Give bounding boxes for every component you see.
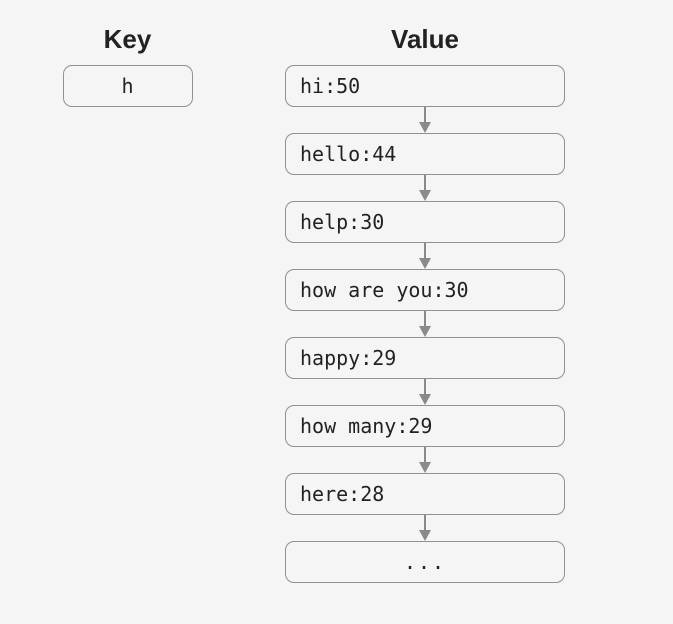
arrow-down-icon [417, 515, 433, 541]
key-header: Key [104, 24, 152, 55]
arrow-down-icon [417, 107, 433, 133]
value-node: happy:29 [285, 337, 565, 379]
value-column: Value hi:50 hello:44 help:30 how are you:30… [285, 24, 565, 583]
key-column: Key h [40, 24, 215, 583]
arrow-down-icon [417, 243, 433, 269]
value-node: how are you:30 [285, 269, 565, 311]
diagram-container: Key h Value hi:50 hello:44 help:30 how are … [0, 0, 673, 607]
arrow-down-icon [417, 379, 433, 405]
arrow-down-icon [417, 311, 433, 337]
ellipsis-node: ... [285, 541, 565, 583]
value-node: hi:50 [285, 65, 565, 107]
value-node: help:30 [285, 201, 565, 243]
arrow-down-icon [417, 447, 433, 473]
value-list: hi:50 hello:44 help:30 how are you:30 happy:… [285, 65, 565, 583]
value-header: Value [391, 24, 459, 55]
value-node: here:28 [285, 473, 565, 515]
key-node: h [63, 65, 193, 107]
arrow-down-icon [417, 175, 433, 201]
value-node: how many:29 [285, 405, 565, 447]
value-node: hello:44 [285, 133, 565, 175]
